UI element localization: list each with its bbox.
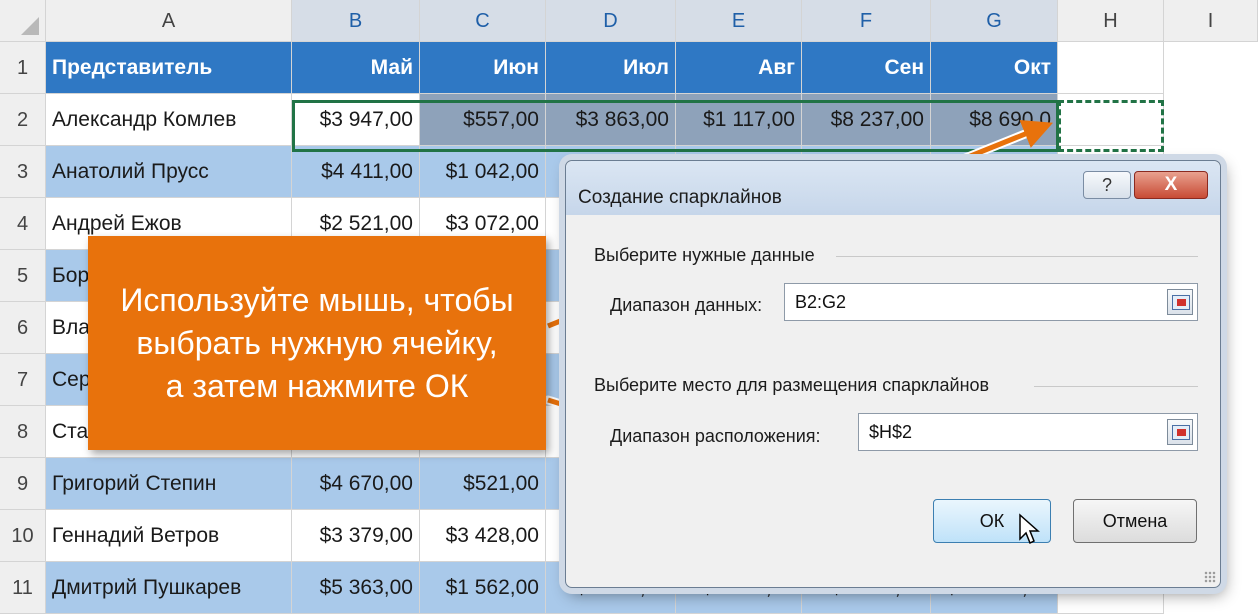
representative-name-cell[interactable]: Александр Комлев (46, 94, 292, 146)
column-header-i[interactable]: I (1164, 0, 1258, 42)
row-header-7[interactable]: 7 (0, 354, 46, 406)
help-button[interactable]: ? (1083, 171, 1131, 199)
data-range-picker-button[interactable] (1167, 289, 1193, 315)
representative-name-cell[interactable]: Геннадий Ветров (46, 510, 292, 562)
create-sparklines-dialog: Создание спарклайнов ? X Выберите нужные… (565, 160, 1221, 588)
row-header-4[interactable]: 4 (0, 198, 46, 250)
header-cell-month[interactable]: Авг (676, 42, 802, 94)
column-header-e[interactable]: E (676, 0, 802, 42)
data-group-divider (836, 256, 1198, 257)
header-cell-month[interactable]: Июн (420, 42, 546, 94)
representative-name-cell[interactable]: Анатолий Прусс (46, 146, 292, 198)
dialog-title: Создание спарклайнов (578, 187, 782, 208)
row-header-3[interactable]: 3 (0, 146, 46, 198)
location-group-divider (1034, 386, 1198, 387)
cell[interactable] (1058, 94, 1164, 146)
representative-name-cell[interactable]: Дмитрий Пушкарев (46, 562, 292, 614)
row-header-1[interactable]: 1 (0, 42, 46, 94)
header-cell-month[interactable]: Окт (931, 42, 1058, 94)
row-header-6[interactable]: 6 (0, 302, 46, 354)
header-cell-month[interactable]: Май (292, 42, 420, 94)
row-header-5[interactable]: 5 (0, 250, 46, 302)
data-range-input[interactable]: B2:G2 (784, 283, 1198, 321)
sales-value-cell[interactable]: $3 379,00 (292, 510, 420, 562)
data-group-label: Выберите нужные данные (594, 245, 815, 265)
column-header-g[interactable]: G (931, 0, 1058, 42)
sales-value-cell[interactable]: $5 363,00 (292, 562, 420, 614)
cancel-button[interactable]: Отмена (1073, 499, 1197, 543)
callout-line-2: выбрать нужную ячейку, (136, 324, 498, 361)
sales-value-cell[interactable]: $4 411,00 (292, 146, 420, 198)
callout-line-1: Используйте мышь, чтобы (120, 281, 514, 318)
sales-value-cell[interactable]: $3 428,00 (420, 510, 546, 562)
cell[interactable] (1058, 42, 1164, 94)
sales-value-cell[interactable]: $521,00 (420, 458, 546, 510)
sales-value-cell[interactable]: $557,00 (420, 94, 546, 146)
row-header-2[interactable]: 2 (0, 94, 46, 146)
sales-value-cell[interactable]: $4 670,00 (292, 458, 420, 510)
sales-value-cell[interactable]: $3 947,00 (292, 94, 420, 146)
sales-value-cell[interactable]: $1 117,00 (676, 94, 802, 146)
row-header-8[interactable]: 8 (0, 406, 46, 458)
header-cell-month[interactable]: Сен (802, 42, 931, 94)
location-group-label: Выберите место для размещения спарклайно… (594, 375, 990, 395)
column-header-c[interactable]: C (420, 0, 546, 42)
instruction-callout: Используйте мышь, чтобы выбрать нужную я… (88, 236, 546, 450)
column-header-b[interactable]: B (292, 0, 420, 42)
representative-name-cell[interactable]: Григорий Степин (46, 458, 292, 510)
column-header-h[interactable]: H (1058, 0, 1164, 42)
location-range-input[interactable]: $H$2 (858, 413, 1198, 451)
select-all-corner[interactable] (0, 0, 46, 42)
sales-value-cell[interactable]: $1 042,00 (420, 146, 546, 198)
column-header-d[interactable]: D (546, 0, 676, 42)
row-header-9[interactable]: 9 (0, 458, 46, 510)
callout-line-3: а затем нажмите ОК (165, 367, 469, 404)
resize-grip[interactable] (1204, 571, 1216, 583)
header-cell-month[interactable]: Июл (546, 42, 676, 94)
data-range-label: Диапазон данных: (610, 295, 763, 315)
sales-value-cell[interactable]: $3 863,00 (546, 94, 676, 146)
sales-value-cell[interactable]: $8 690,0 (931, 94, 1058, 146)
location-range-label: Диапазон расположения: (610, 426, 821, 446)
column-header-a[interactable]: A (46, 0, 292, 42)
location-range-picker-button[interactable] (1167, 419, 1193, 445)
row-header-10[interactable]: 10 (0, 510, 46, 562)
mouse-pointer-icon (1019, 513, 1040, 545)
sales-value-cell[interactable]: $1 562,00 (420, 562, 546, 614)
row-header-11[interactable]: 11 (0, 562, 46, 614)
sales-value-cell[interactable]: $8 237,00 (802, 94, 931, 146)
close-button[interactable]: X (1134, 171, 1208, 199)
header-cell-representative[interactable]: Представитель (46, 42, 292, 94)
column-header-f[interactable]: F (802, 0, 931, 42)
